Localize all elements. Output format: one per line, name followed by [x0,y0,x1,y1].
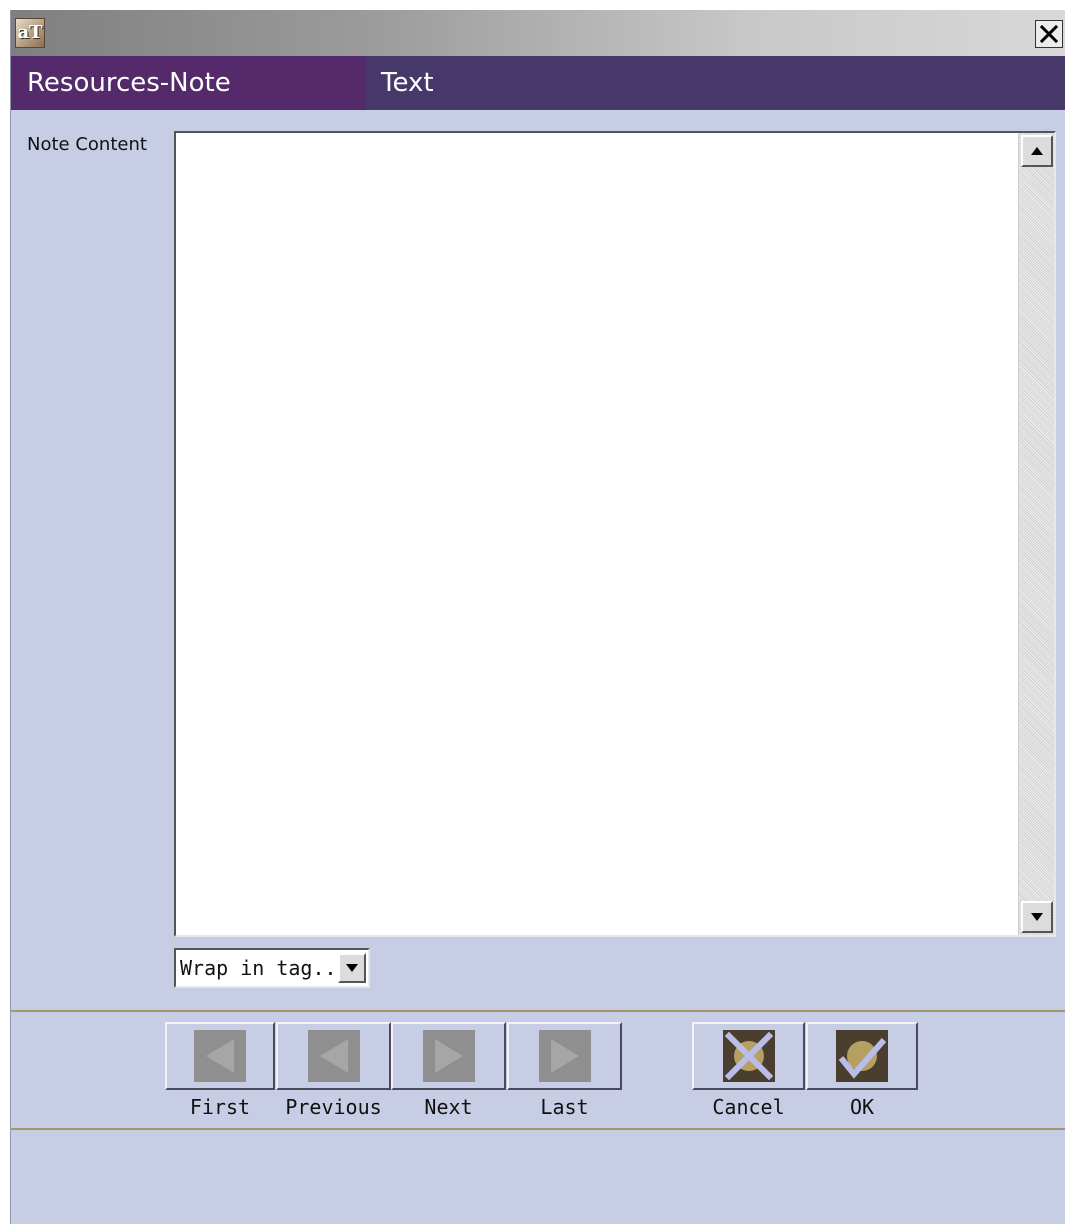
note-content-label: Note Content [27,134,147,155]
app-logo-icon: aT [15,18,45,48]
chevron-down-icon [346,964,358,972]
note-content-text[interactable] [182,137,1012,931]
next-arrow-icon [422,1030,475,1082]
wrap-in-tag-select[interactable]: Wrap in tag... [174,948,370,988]
module-title: Resources-Note [27,68,231,98]
status-area [11,1130,1065,1224]
wrap-select-dropdown-button[interactable] [338,953,366,983]
close-icon [1039,24,1059,44]
note-content-textarea[interactable] [174,131,1056,937]
triangle-up-icon [1031,147,1043,155]
previous-arrow-icon [307,1030,360,1082]
cancel-x-icon [722,1030,775,1082]
scroll-down-button[interactable] [1021,901,1053,933]
ok-label: OK [849,1095,875,1119]
ok-button[interactable] [806,1022,918,1090]
vertical-scrollbar[interactable] [1018,133,1054,935]
first-arrow-icon [194,1030,246,1082]
triangle-down-icon [1031,913,1043,921]
last-arrow-icon [538,1030,591,1082]
last-label: Last [540,1095,589,1119]
first-button[interactable] [165,1022,275,1090]
close-button[interactable] [1035,20,1063,48]
next-label: Next [424,1095,473,1119]
cancel-label: Cancel [712,1095,785,1119]
first-label: First [189,1095,251,1119]
section-title: Text [381,68,434,98]
next-button[interactable] [391,1022,506,1090]
note-editor-window: aT Resources-Note Text Note Content Wrap… [10,10,1065,1224]
divider-top [11,1010,1065,1012]
previous-label: Previous [285,1095,382,1119]
wrap-select-value: Wrap in tag... [180,956,349,980]
cancel-button[interactable] [692,1022,805,1090]
title-bar[interactable]: aT [11,10,1065,56]
header-bar: Resources-Note Text [11,56,1065,110]
ok-check-icon [836,1030,888,1082]
last-button[interactable] [507,1022,622,1090]
scroll-up-button[interactable] [1021,135,1053,167]
previous-button[interactable] [276,1022,391,1090]
